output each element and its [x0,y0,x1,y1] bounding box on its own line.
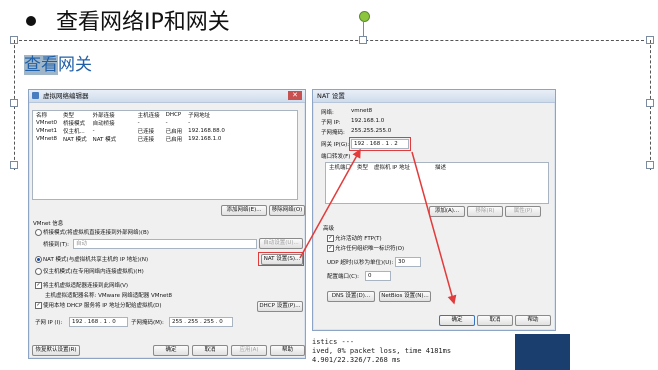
arrow-gateway-to-ok [411,151,457,305]
arrow-nat-to-gateway [299,148,361,259]
annotation-arrows [299,148,457,305]
